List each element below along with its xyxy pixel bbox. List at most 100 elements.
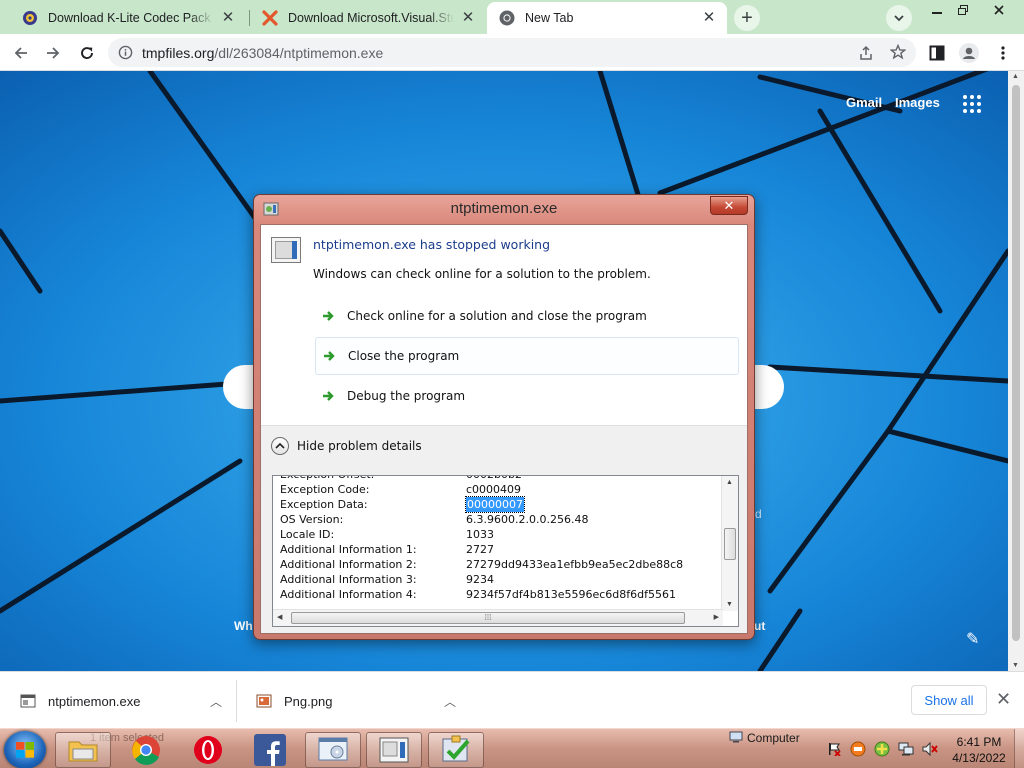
detail-value[interactable]: c0000409 xyxy=(466,482,521,497)
tab-visual-studio[interactable]: Download Microsoft.Visual.Studio ✕ xyxy=(250,2,486,34)
gmail-link[interactable]: Gmail xyxy=(846,95,882,110)
bookmark-star-icon[interactable] xyxy=(890,44,906,60)
forward-button[interactable] xyxy=(40,40,66,66)
window-close-button[interactable] xyxy=(984,0,1014,20)
detail-key: Additional Information 4: xyxy=(280,588,417,601)
download-shelf: ntptimemon.exe ︿ Png.png ︿ Show all ✕ xyxy=(0,671,1024,728)
google-apps-icon[interactable] xyxy=(963,95,981,113)
scroll-up-icon[interactable]: ▲ xyxy=(726,479,733,486)
detail-value-selected[interactable]: 00000007 xyxy=(465,496,525,513)
scrollbar-thumb[interactable] xyxy=(1012,85,1020,641)
taskbar-chrome[interactable] xyxy=(118,732,174,768)
detail-key: Locale ID: xyxy=(280,528,335,541)
debug-program-command[interactable]: Debug the program xyxy=(315,377,739,415)
images-link[interactable]: Images xyxy=(895,95,940,110)
tab-title: Download K-Lite Codec Pack Me xyxy=(48,11,214,25)
shortcut-label-partial: ut xyxy=(754,619,766,633)
taskbar-media-player[interactable] xyxy=(305,732,361,768)
detail-value[interactable]: 9234f57df4b813e5596ec6d8f6df5561 xyxy=(466,587,676,602)
tab-title: New Tab xyxy=(525,11,574,25)
url-path: /dl/263084/ntptimemon.exe xyxy=(214,45,384,61)
tab-close-icon[interactable]: ✕ xyxy=(701,10,717,26)
detail-value[interactable]: 2727 xyxy=(466,542,494,557)
dialog-close-button[interactable]: ✕ xyxy=(710,196,748,215)
customize-pencil-icon[interactable]: ✎ xyxy=(966,629,979,649)
taskbar-explorer[interactable] xyxy=(55,732,111,768)
details-horizontal-scrollbar[interactable]: ◀ ⁞⁞⁞ ▶ xyxy=(273,609,723,626)
tab-close-icon[interactable]: ✕ xyxy=(460,10,476,26)
x-icon xyxy=(262,10,278,26)
chevron-up-icon[interactable]: ︿ xyxy=(210,693,222,710)
url-host: tmpfiles.org xyxy=(142,45,215,61)
scroll-up-icon[interactable]: ▲ xyxy=(1012,73,1019,80)
scrollbar-thumb[interactable]: ⁞⁞⁞ xyxy=(291,612,685,624)
side-panel-icon xyxy=(929,45,945,61)
close-program-command[interactable]: Close the program xyxy=(315,337,739,375)
command-label: Close the program xyxy=(348,349,460,363)
forward-arrow-icon xyxy=(47,47,60,59)
details-list: Exception Offset:0002b0b2Exception Code:… xyxy=(280,476,720,602)
png-file-icon xyxy=(256,694,272,708)
volume-muted-icon[interactable] xyxy=(922,741,938,757)
back-button[interactable] xyxy=(8,40,34,66)
profile-button[interactable] xyxy=(956,40,982,66)
details-vertical-scrollbar[interactable]: ▲ ▼ xyxy=(721,476,738,611)
download-item-png[interactable]: Png.png ︿ xyxy=(236,680,470,722)
flag-icon[interactable] xyxy=(826,741,842,757)
dialog-caption: ntptimemon.exe xyxy=(450,200,558,217)
new-tab-button[interactable]: + xyxy=(734,5,760,31)
network-icon[interactable] xyxy=(898,741,914,757)
detail-value[interactable]: 6.3.9600.2.0.0.256.48 xyxy=(466,512,588,527)
taskbar-error-dialog[interactable] xyxy=(366,732,422,768)
taskbar-installer[interactable] xyxy=(428,732,484,768)
share-icon[interactable] xyxy=(858,45,874,61)
back-arrow-icon xyxy=(14,47,27,59)
chevron-up-icon[interactable]: ︿ xyxy=(444,693,456,710)
detail-row: Exception Code: c0000409 xyxy=(280,482,720,497)
scroll-down-icon[interactable]: ▼ xyxy=(1012,662,1019,669)
chevron-down-icon xyxy=(894,15,904,22)
restore-button[interactable] xyxy=(948,0,978,20)
detail-value[interactable]: 0002b0b2 xyxy=(466,476,522,482)
show-all-downloads-button[interactable]: Show all xyxy=(911,685,987,715)
avast-icon[interactable] xyxy=(850,741,866,757)
detail-row: Additional Information 1: 2727 xyxy=(280,542,720,557)
detail-value[interactable]: 9234 xyxy=(466,572,494,587)
scrollbar-thumb[interactable] xyxy=(724,528,736,560)
show-desktop-button[interactable] xyxy=(1014,729,1024,768)
check-online-command[interactable]: Check online for a solution and close th… xyxy=(315,297,739,335)
side-panel-button[interactable] xyxy=(924,40,950,66)
tab-search-button[interactable] xyxy=(886,5,912,31)
page-scrollbar[interactable]: ▲ ▼ xyxy=(1008,71,1024,671)
reload-button[interactable] xyxy=(74,40,100,66)
scroll-left-icon[interactable]: ◀ xyxy=(277,613,282,621)
details-area: Exception Offset:0002b0b2Exception Code:… xyxy=(261,465,747,633)
download-item-exe[interactable]: ntptimemon.exe ︿ xyxy=(0,680,236,722)
taskbar-facebook[interactable] xyxy=(242,732,298,768)
chevron-up-icon[interactable] xyxy=(271,436,289,455)
scroll-right-icon[interactable]: ▶ xyxy=(714,613,719,621)
problem-details-box[interactable]: Exception Offset:0002b0b2Exception Code:… xyxy=(272,475,739,627)
tab-klite[interactable]: Download K-Lite Codec Pack Me ✕ xyxy=(10,2,246,34)
avatar-icon xyxy=(959,43,979,63)
menu-button[interactable] xyxy=(990,40,1016,66)
taskbar-opera[interactable] xyxy=(180,732,236,768)
clock-time: 6:41 PM xyxy=(956,735,1002,749)
close-shelf-icon[interactable]: ✕ xyxy=(996,689,1011,710)
update-icon[interactable] xyxy=(874,741,890,757)
detail-key: OS Version: xyxy=(280,513,344,526)
dialog-content-text: Windows can check online for a solution … xyxy=(313,267,651,281)
details-toggle[interactable]: Hide problem details xyxy=(261,425,747,465)
info-icon[interactable] xyxy=(118,45,133,60)
plus-icon: + xyxy=(741,6,753,29)
tab-new-tab[interactable]: New Tab ✕ xyxy=(487,2,727,34)
tab-close-icon[interactable]: ✕ xyxy=(220,10,236,26)
start-button[interactable] xyxy=(4,731,46,768)
detail-value[interactable]: 27279dd9433ea1efbb9ea5ec2dbe88c8 xyxy=(466,557,683,572)
system-clock[interactable]: 6:41 PM 4/13/2022 xyxy=(948,734,1010,766)
green-arrow-icon xyxy=(321,388,337,404)
address-bar[interactable]: tmpfiles.org/dl/263084/ntptimemon.exe xyxy=(108,38,916,67)
detail-row: Additional Information 2: 27279dd9433ea1e… xyxy=(280,557,720,572)
scroll-down-icon[interactable]: ▼ xyxy=(726,601,733,608)
detail-value[interactable]: 1033 xyxy=(466,527,494,542)
